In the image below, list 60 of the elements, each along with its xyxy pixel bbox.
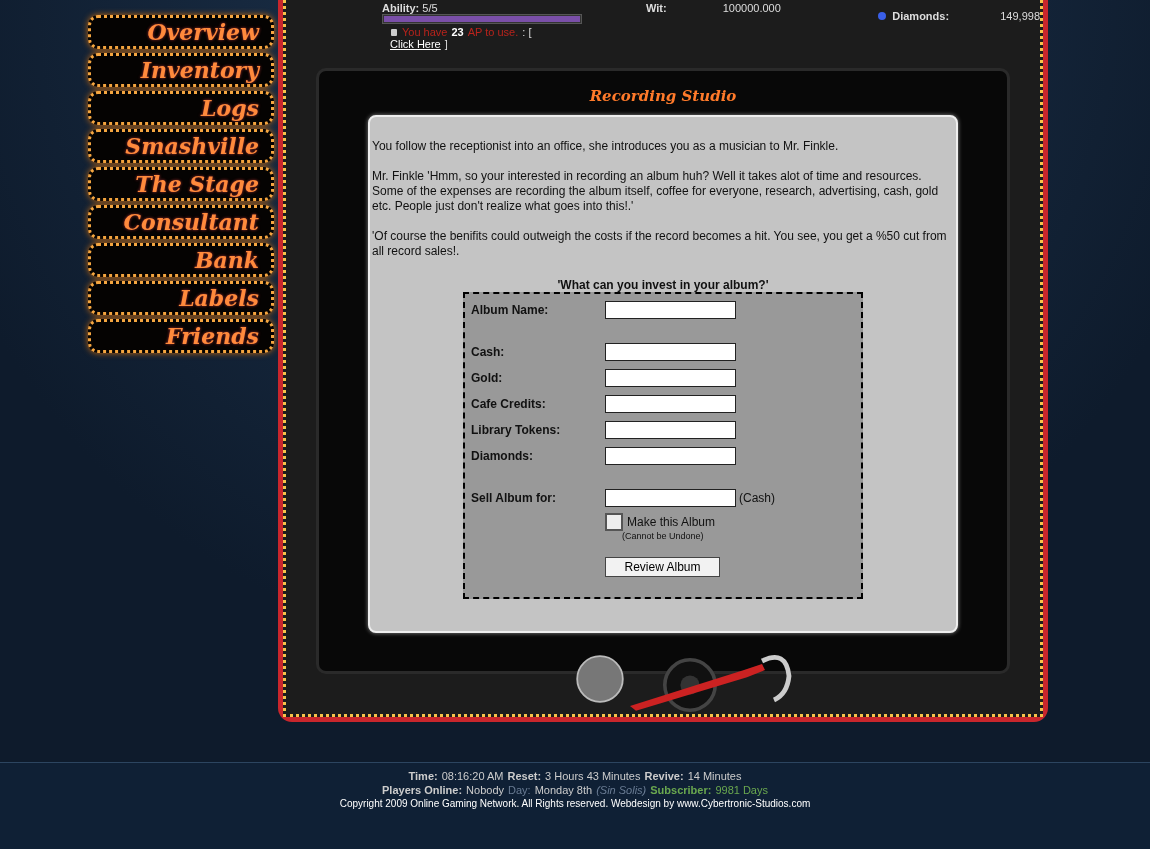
field-label: Album Name: bbox=[471, 303, 550, 317]
status-text: Monday 8th bbox=[534, 783, 593, 797]
status-text: 3 Hours 43 Minutes bbox=[545, 769, 641, 783]
story-paragraph: You follow the receptionist into an office, she introduces you as a musician to Mr. Finkle. bbox=[372, 139, 840, 154]
status-text: Subscriber: bbox=[650, 783, 712, 797]
speaker-icon bbox=[390, 27, 398, 37]
input-field[interactable] bbox=[605, 489, 736, 507]
checkbox[interactable] bbox=[605, 513, 623, 531]
form-heading: 'What can you invest in your album?' bbox=[557, 278, 769, 292]
warning-note: (Cannot be Undone) bbox=[622, 531, 705, 541]
field-label: Cafe Credits: bbox=[471, 397, 547, 411]
status-text: Reset: bbox=[507, 769, 542, 783]
status-text: Day: bbox=[508, 783, 531, 797]
story-paragraph: Mr. Finkle 'Hmm, so your interested in recording an album huh? Well it takes alot of time and resources. Some of the expenses are recording the album itself, coffee for everyone, research, advertising, cash, gold etc. People just don't realize what goes into this!.' bbox=[372, 169, 940, 214]
input-field[interactable] bbox=[605, 369, 736, 387]
nav-menu-item[interactable]: Friends bbox=[88, 319, 274, 353]
wit-value: 100000.000 bbox=[722, 2, 781, 16]
input-field[interactable] bbox=[605, 343, 736, 361]
nav-menu-item[interactable]: Consultant bbox=[88, 205, 274, 239]
ap-text: AP to use. bbox=[467, 26, 519, 38]
status-text: (Sin Solis) bbox=[596, 783, 647, 797]
status-text: Revive: bbox=[644, 769, 684, 783]
input-field[interactable] bbox=[605, 421, 736, 439]
field-label: Sell Album for: bbox=[471, 491, 557, 505]
ap-text: 23 bbox=[451, 26, 464, 38]
click-here-link[interactable]: Click Here bbox=[390, 38, 441, 50]
field-label: Gold: bbox=[471, 371, 504, 385]
status-text: 14 Minutes bbox=[687, 769, 742, 783]
field-label: Cash: bbox=[471, 345, 506, 359]
input-field[interactable] bbox=[605, 447, 736, 465]
status-text: Time: bbox=[408, 769, 438, 783]
field-suffix: (Cash) bbox=[739, 491, 775, 505]
nav-menu-item[interactable]: Overview bbox=[88, 15, 274, 49]
nav-menu-item[interactable]: Inventory bbox=[88, 53, 274, 87]
review-album-button[interactable]: Review Album bbox=[605, 557, 720, 577]
nav-menu-item[interactable]: Smashville bbox=[88, 129, 274, 163]
ability-value: 5/5 bbox=[422, 2, 438, 14]
field-label: Diamonds: bbox=[471, 449, 534, 463]
input-field[interactable] bbox=[605, 395, 736, 413]
copyright-text: Copyright 2009 Online Gaming Network. All Rights reserved. Webdesign by www.Cybertronic-Studios.com bbox=[339, 797, 811, 811]
nav-menu-item[interactable]: Labels bbox=[88, 281, 274, 315]
nav-menu-item[interactable]: The Stage bbox=[88, 167, 274, 201]
status-text: 08:16:20 AM bbox=[441, 769, 504, 783]
ap-text: : [ bbox=[522, 26, 532, 38]
diamonds-label: Diamonds: bbox=[892, 10, 951, 22]
field-label: Library Tokens: bbox=[471, 423, 562, 437]
ap-text: You have bbox=[402, 26, 448, 38]
nav-menu-item[interactable]: Logs bbox=[88, 91, 274, 125]
ap-text: ] bbox=[444, 38, 448, 50]
status-text: Players Online: bbox=[382, 783, 463, 797]
diamonds-value: 149,998 bbox=[1000, 10, 1040, 22]
ability-label: Ability: bbox=[382, 2, 420, 14]
nav-menu-item[interactable]: Bank bbox=[88, 243, 274, 277]
wit-label: Wit: bbox=[646, 2, 667, 16]
page-title: Recording Studio bbox=[589, 87, 737, 105]
input-field[interactable] bbox=[605, 301, 736, 319]
status-text: 9981 Days bbox=[715, 783, 768, 797]
status-text: Nobody bbox=[466, 783, 504, 797]
checkbox-label: Make this Album bbox=[627, 515, 716, 529]
story-paragraph: 'Of course the benifits could outweigh the costs if the record becomes a hit. You see, you get a %50 cut from all record sales!. bbox=[372, 229, 948, 259]
